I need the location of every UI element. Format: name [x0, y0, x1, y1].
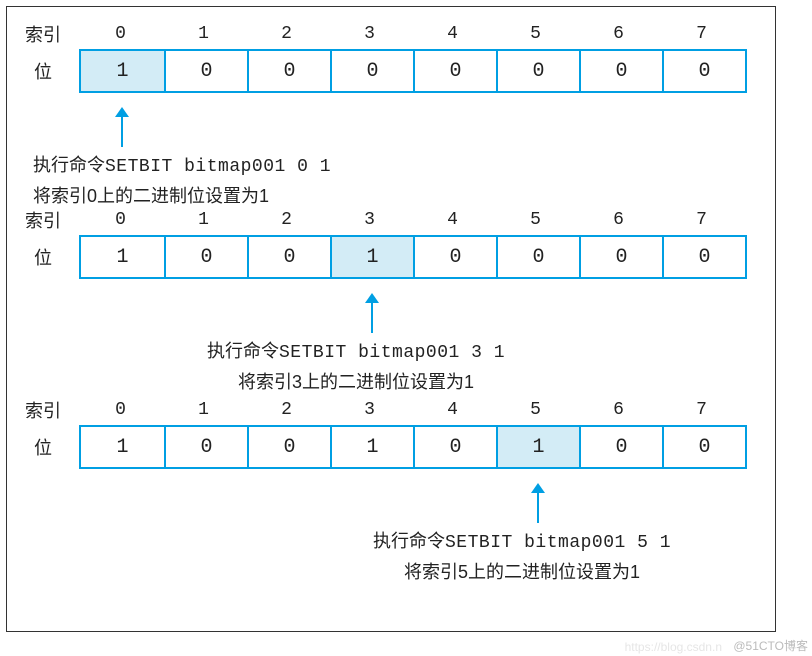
watermark: @51CTO博客: [733, 637, 808, 654]
index-cells: 0 1 2 3 4 5 6 7: [79, 210, 743, 230]
bit-row: 位 1 0 0 1 0 0 0 0: [7, 235, 775, 279]
index-cell: 1: [162, 210, 245, 230]
cmd-prefix: 执行命令: [207, 341, 279, 361]
bit-cell: 0: [413, 51, 496, 91]
cmd-line: 执行命令SETBIT bitmap001 3 1: [207, 337, 505, 368]
index-cell: 4: [411, 400, 494, 420]
diagram-section-0: 索引 0 1 2 3 4 5 6 7 位 1 0 0 0 0 0 0: [7, 19, 775, 93]
index-label: 索引: [7, 207, 79, 233]
index-row: 索引 0 1 2 3 4 5 6 7: [7, 205, 775, 235]
cmd-line: 执行命令SETBIT bitmap001 5 1: [373, 527, 671, 558]
diagram-section-2: 索引 0 1 2 3 4 5 6 7 位 1 0 0 1 0 1 0: [7, 395, 775, 469]
index-cell: 3: [328, 400, 411, 420]
index-cell: 5: [494, 24, 577, 44]
bit-cell: 1: [496, 427, 579, 467]
desc-line: 将索引3上的二进制位设置为1: [207, 368, 505, 397]
bit-cell: 0: [247, 51, 330, 91]
index-cell: 6: [577, 210, 660, 230]
bit-label: 位: [7, 434, 79, 460]
caption: 执行命令SETBIT bitmap001 3 1 将索引3上的二进制位设置为1: [207, 337, 505, 397]
bit-cell: 0: [579, 427, 662, 467]
caption: 执行命令SETBIT bitmap001 0 1 将索引0上的二进制位设置为1: [33, 151, 331, 211]
bit-cells: 1 0 0 1 0 1 0 0: [79, 425, 747, 469]
bit-cell: 0: [662, 427, 745, 467]
index-cells: 0 1 2 3 4 5 6 7: [79, 400, 743, 420]
index-cell: 2: [245, 24, 328, 44]
arrow-up-icon: [362, 293, 382, 333]
index-label: 索引: [7, 21, 79, 47]
arrow-up-icon: [112, 107, 132, 147]
bit-cell: 0: [164, 51, 247, 91]
bit-cell: 0: [413, 237, 496, 277]
bit-cell: 0: [579, 51, 662, 91]
cmd-prefix: 执行命令: [373, 531, 445, 551]
bit-label: 位: [7, 58, 79, 84]
bit-cell: 0: [662, 237, 745, 277]
watermark-faint: https://blog.csdn.n: [625, 640, 722, 654]
bit-cells: 1 0 0 0 0 0 0 0: [79, 49, 747, 93]
bit-cell: 0: [247, 427, 330, 467]
bit-row: 位 1 0 0 0 0 0 0 0: [7, 49, 775, 93]
cmd-text: SETBIT bitmap001 0 1: [105, 157, 331, 177]
bit-cell: 1: [330, 427, 413, 467]
desc-line: 将索引5上的二进制位设置为1: [373, 558, 671, 587]
cmd-line: 执行命令SETBIT bitmap001 0 1: [33, 151, 331, 182]
index-cell: 1: [162, 24, 245, 44]
bit-cell: 1: [81, 427, 164, 467]
bit-label: 位: [7, 244, 79, 270]
bit-cell: 0: [247, 237, 330, 277]
bit-row: 位 1 0 0 1 0 1 0 0: [7, 425, 775, 469]
index-cell: 5: [494, 400, 577, 420]
index-cell: 4: [411, 24, 494, 44]
bit-cells: 1 0 0 1 0 0 0 0: [79, 235, 747, 279]
index-cell: 0: [79, 24, 162, 44]
bit-cell: 1: [81, 51, 164, 91]
cmd-text: SETBIT bitmap001 3 1: [279, 343, 505, 363]
index-label: 索引: [7, 397, 79, 423]
bit-cell: 0: [496, 237, 579, 277]
index-cell: 1: [162, 400, 245, 420]
bit-cell: 0: [164, 237, 247, 277]
cmd-prefix: 执行命令: [33, 155, 105, 175]
index-cell: 4: [411, 210, 494, 230]
bit-cell: 1: [330, 237, 413, 277]
caption: 执行命令SETBIT bitmap001 5 1 将索引5上的二进制位设置为1: [373, 527, 671, 587]
index-cell: 2: [245, 210, 328, 230]
index-cell: 7: [660, 210, 743, 230]
index-row: 索引 0 1 2 3 4 5 6 7: [7, 19, 775, 49]
index-row: 索引 0 1 2 3 4 5 6 7: [7, 395, 775, 425]
index-cell: 6: [577, 24, 660, 44]
index-cell: 2: [245, 400, 328, 420]
cmd-text: SETBIT bitmap001 5 1: [445, 533, 671, 553]
index-cell: 7: [660, 24, 743, 44]
bit-cell: 0: [662, 51, 745, 91]
bit-cell: 1: [81, 237, 164, 277]
index-cell: 0: [79, 400, 162, 420]
bit-cell: 0: [496, 51, 579, 91]
arrow-up-icon: [528, 483, 548, 523]
index-cell: 0: [79, 210, 162, 230]
bit-cell: 0: [579, 237, 662, 277]
index-cell: 3: [328, 210, 411, 230]
index-cell: 7: [660, 400, 743, 420]
bit-cell: 0: [413, 427, 496, 467]
bit-cell: 0: [330, 51, 413, 91]
bit-cell: 0: [164, 427, 247, 467]
index-cells: 0 1 2 3 4 5 6 7: [79, 24, 743, 44]
diagram-section-1: 索引 0 1 2 3 4 5 6 7 位 1 0 0 1 0 0 0: [7, 205, 775, 279]
index-cell: 6: [577, 400, 660, 420]
diagram-frame: 索引 0 1 2 3 4 5 6 7 位 1 0 0 0 0 0 0: [6, 6, 776, 632]
index-cell: 5: [494, 210, 577, 230]
index-cell: 3: [328, 24, 411, 44]
